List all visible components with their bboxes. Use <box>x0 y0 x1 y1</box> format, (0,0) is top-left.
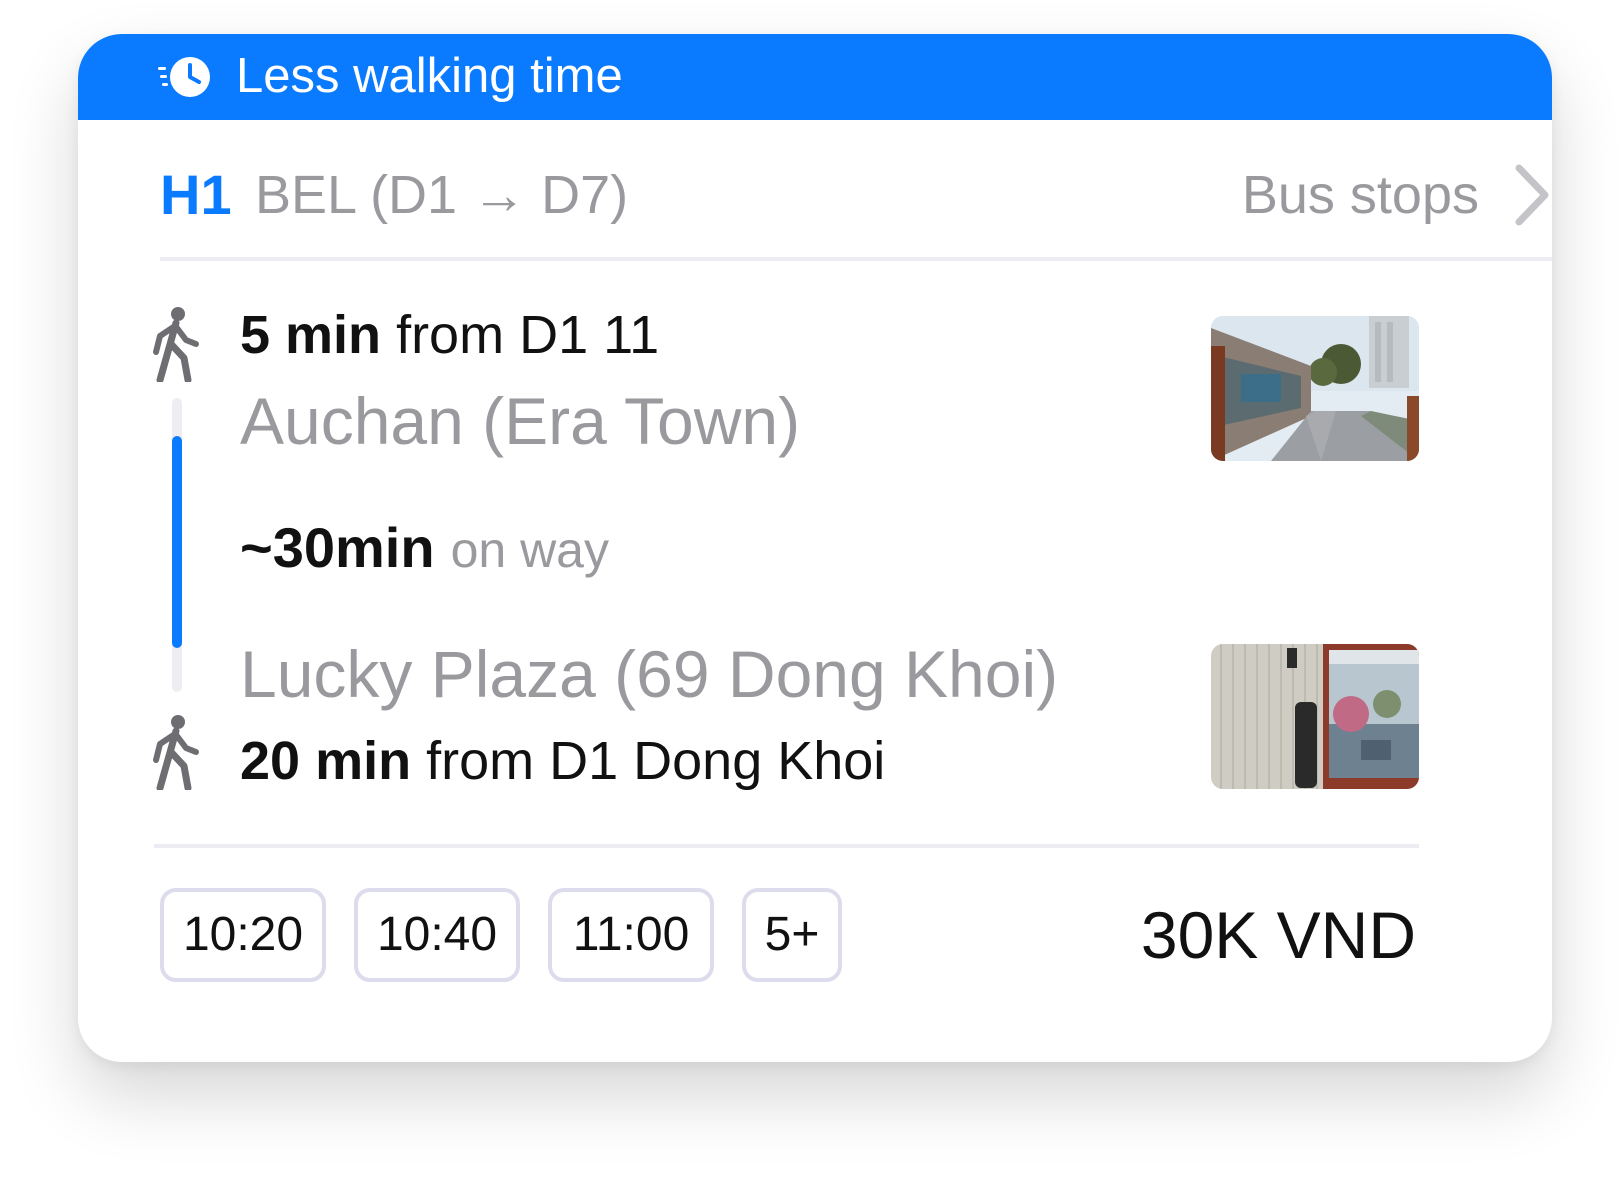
banner-label: Less walking time <box>236 49 623 103</box>
divider <box>154 844 1419 848</box>
walking-person-icon <box>153 715 199 790</box>
end-walk-origin: from D1 Dong Khoi <box>426 731 886 791</box>
bus-stop-photo <box>1211 644 1419 789</box>
bus-stops-button[interactable]: Bus stops <box>1195 150 1552 240</box>
departure-times: 10:20 10:40 11:00 5+ <box>160 888 842 982</box>
bus-stops-label: Bus stops <box>1241 165 1479 225</box>
route-name: BEL (D1 → D7) <box>255 165 629 225</box>
end-walk-duration: 20 min <box>240 731 412 791</box>
departure-time-chip[interactable]: 10:40 <box>354 888 520 982</box>
banner: Less walking time <box>78 34 1552 120</box>
ticket-price: 30K VND <box>1140 898 1416 972</box>
start-walk-duration: 5 min <box>240 305 382 365</box>
ride-duration: ~30min on way <box>240 510 609 601</box>
start-walk-info: 5 min from D1 11 <box>240 300 659 370</box>
route-code: H1 <box>160 163 232 226</box>
route-header: H1 BEL (D1 → D7) Bus stops <box>160 150 1552 240</box>
start-stop-name: Auchan (Era Town) <box>240 384 801 458</box>
more-departures-button[interactable]: 5+ <box>742 888 842 982</box>
departure-time-chip[interactable]: 11:00 <box>548 888 714 982</box>
divider <box>160 257 1552 261</box>
start-stop-photo[interactable] <box>1211 316 1419 461</box>
street-view-photo <box>1211 316 1419 461</box>
end-walk-info: 20 min from D1 Dong Khoi <box>240 726 885 796</box>
chevron-right-icon <box>1515 164 1549 226</box>
ride-duration-value: ~30min <box>240 516 435 579</box>
walking-person-icon <box>153 307 199 382</box>
departure-time-chip[interactable]: 10:20 <box>160 888 326 982</box>
end-stop-photo[interactable] <box>1211 644 1419 789</box>
fast-clock-icon <box>158 57 210 97</box>
ride-duration-suffix: on way <box>450 522 609 578</box>
end-stop-name: Lucky Plaza (69 Dong Khoi) <box>240 637 1059 711</box>
route-track-progress <box>172 436 182 648</box>
start-walk-origin: from D1 11 <box>396 305 660 365</box>
